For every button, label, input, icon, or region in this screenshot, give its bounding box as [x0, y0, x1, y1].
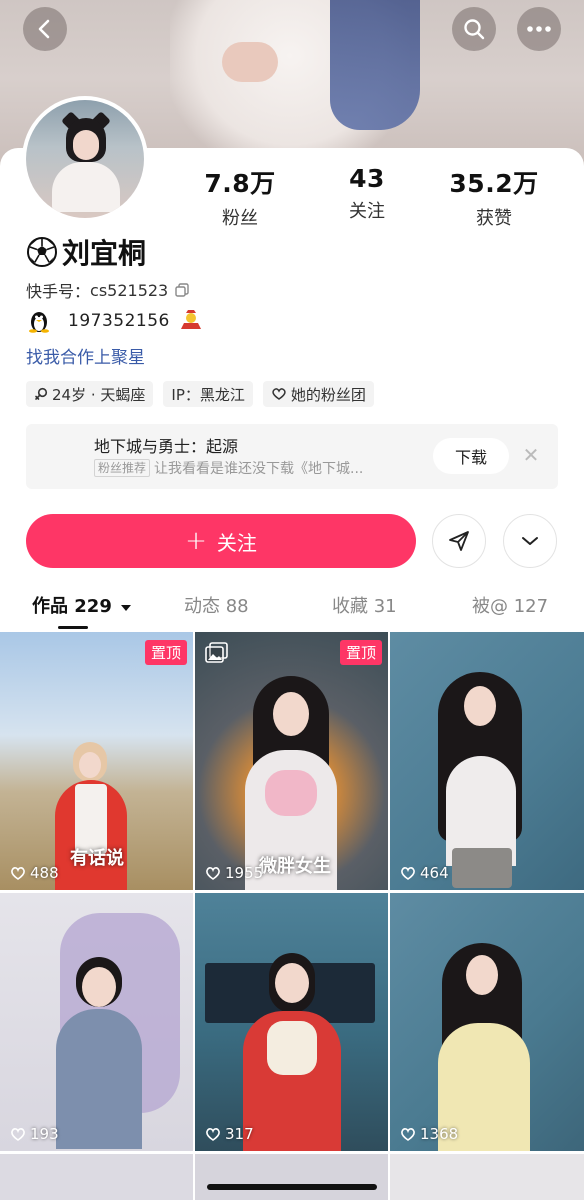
fan-club-icon [272, 388, 286, 400]
like-count: 464 [400, 864, 449, 882]
like-count-text: 1368 [420, 1125, 459, 1143]
tag-fan-club[interactable]: 她的粉丝团 [262, 381, 374, 407]
profile-name-row: 刘宜桐 [26, 232, 146, 272]
heart-icon [401, 867, 415, 880]
stat-label: 粉丝 [222, 208, 258, 229]
tag-age[interactable]: 24岁 · 天蝎座 [26, 381, 154, 407]
active-tab-indicator [58, 626, 88, 629]
like-count: 488 [10, 864, 59, 882]
profile-tags: 24岁 · 天蝎座 IP：黑龙江 她的粉丝团 [26, 381, 374, 407]
follow-button[interactable]: + 关注 [26, 514, 416, 568]
avatar-face [73, 130, 99, 160]
chevron-left-icon [38, 19, 50, 39]
video-tile[interactable] [195, 1154, 388, 1200]
qq-row: 197352156 [26, 309, 204, 333]
tag-ip[interactable]: IP：黑龙江 [163, 381, 253, 407]
tag-fan-club-text: 她的粉丝团 [290, 385, 366, 404]
recommendation-subtitle: 粉丝推荐 让我看看是谁还没下载《地下城... [94, 458, 363, 478]
video-tile[interactable]: 464 [390, 632, 584, 890]
heart-icon [11, 867, 25, 880]
penguin-icon [29, 312, 49, 333]
more-dots-icon [527, 26, 551, 32]
recommendation-badge: 粉丝推荐 [94, 459, 151, 477]
stat-label: 关注 [349, 201, 385, 222]
like-count: 193 [10, 1125, 59, 1143]
expand-button[interactable] [503, 514, 557, 568]
banner-figure-hand [222, 42, 278, 82]
like-count: 1368 [400, 1125, 458, 1143]
search-button[interactable] [452, 7, 496, 51]
tab-moments[interactable]: 动态 88 [184, 592, 249, 618]
send-icon [449, 531, 469, 551]
like-count-text: 1955 [225, 864, 264, 882]
caret-down-icon [121, 605, 132, 611]
share-button[interactable] [432, 514, 486, 568]
business-link[interactable]: 找我合作上聚星 [26, 343, 145, 368]
tag-ip-text: IP：黑龙江 [171, 385, 245, 404]
close-icon[interactable]: ✕ [520, 444, 542, 466]
video-tile[interactable]: 1368 [390, 893, 584, 1151]
video-tile[interactable]: 置顶 微胖女生 1955 [195, 632, 388, 890]
follow-button-label: 关注 [216, 530, 257, 555]
stat-following[interactable]: 43 关注 [307, 164, 427, 223]
content-tabs: 作品 229 动态 88 收藏 31 被@ 127 [0, 586, 584, 630]
heart-icon [206, 1128, 220, 1141]
heart-icon [206, 867, 220, 880]
like-count-text: 488 [30, 864, 59, 882]
recommendation-title: 地下城与勇士：起源 [94, 437, 239, 456]
gender-female-icon [35, 387, 48, 400]
search-icon [464, 19, 485, 40]
more-button[interactable] [517, 7, 561, 51]
soccer-ball-icon [27, 237, 57, 267]
avatar-shirt [52, 162, 120, 212]
kuaishou-id-row: 快手号： cs521523 [26, 278, 190, 302]
pinned-badge: 置顶 [339, 640, 382, 665]
tab-works-label: 作品 229 [32, 596, 112, 617]
stat-value: 7.8万 [204, 169, 276, 198]
kuaishou-id-label: 快手号： [26, 282, 91, 301]
tab-works[interactable]: 作品 229 [32, 592, 132, 618]
stat-likes[interactable]: 35.2万 获赞 [434, 164, 554, 230]
copy-icon[interactable] [174, 282, 190, 298]
pinned-badge: 置顶 [144, 640, 187, 665]
heart-icon [401, 1128, 415, 1141]
video-tile[interactable]: 193 [0, 893, 193, 1151]
back-button[interactable] [23, 7, 67, 51]
tag-age-text: 24岁 · 天蝎座 [52, 385, 146, 404]
home-indicator [207, 1184, 377, 1190]
sticker-icon [180, 310, 201, 329]
avatar-image [26, 100, 144, 218]
like-count-text: 193 [30, 1125, 59, 1143]
video-caption: 微胖女生 [259, 856, 331, 877]
stat-label: 获赞 [476, 208, 512, 229]
profile-name: 刘宜桐 [62, 237, 147, 270]
heart-icon [11, 1128, 25, 1141]
like-count: 317 [205, 1125, 254, 1143]
chevron-down-icon [522, 537, 538, 545]
avatar[interactable] [22, 96, 148, 222]
like-count: 1955 [205, 864, 263, 882]
video-tile[interactable] [390, 1154, 584, 1200]
tab-favorites[interactable]: 收藏 31 [332, 592, 397, 618]
stat-fans[interactable]: 7.8万 粉丝 [180, 164, 300, 230]
video-tile[interactable]: 317 [195, 893, 388, 1151]
recommendation-text: 让我看看是谁还没下载《地下城... [154, 461, 364, 477]
video-tile[interactable]: 置顶 有话说 488 [0, 632, 193, 890]
qq-number: 197352156 [68, 311, 170, 331]
stat-value: 43 [349, 164, 385, 193]
plus-icon: + [185, 526, 207, 556]
recommendation-card[interactable]: 地下城与勇士：起源 粉丝推荐 让我看看是谁还没下载《地下城... 下载 ✕ [26, 424, 558, 489]
like-count-text: 464 [420, 864, 449, 882]
download-button[interactable]: 下载 [433, 438, 509, 474]
banner-figure-jacket [330, 0, 420, 130]
like-count-text: 317 [225, 1125, 254, 1143]
image-album-icon [205, 642, 228, 663]
stat-value: 35.2万 [449, 169, 539, 198]
tab-mentioned[interactable]: 被@ 127 [472, 592, 548, 618]
video-caption: 有话说 [70, 848, 124, 869]
video-tile[interactable] [0, 1154, 193, 1200]
kuaishou-id-value: cs521523 [90, 280, 169, 300]
